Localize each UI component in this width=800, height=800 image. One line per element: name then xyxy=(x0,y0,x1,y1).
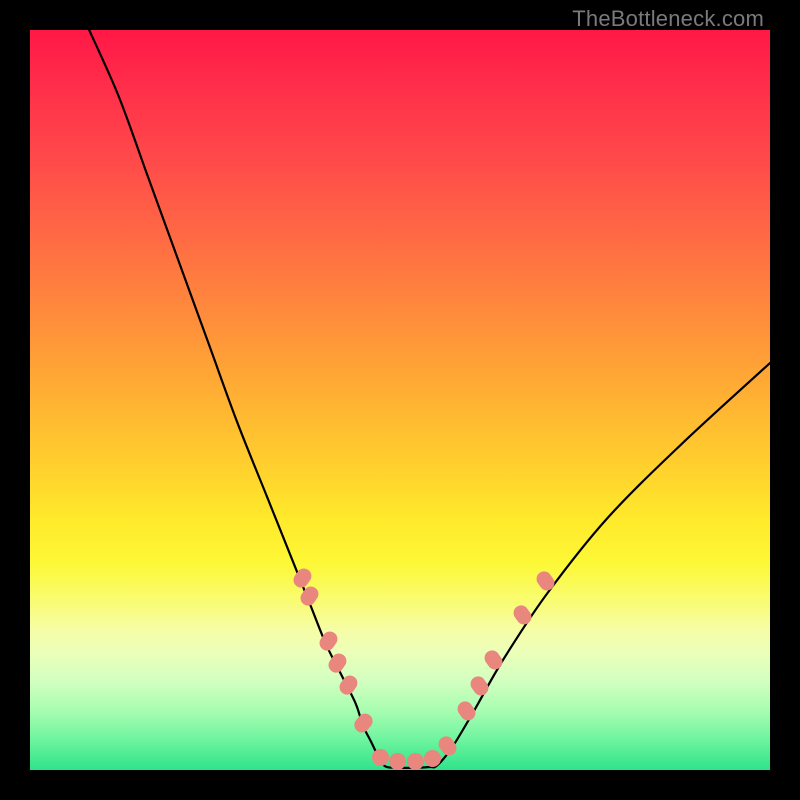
curve-marker xyxy=(407,753,424,770)
curve-marker xyxy=(372,749,389,766)
watermark-text: TheBottleneck.com xyxy=(572,6,764,32)
plot-area xyxy=(30,30,770,770)
bottleneck-curve xyxy=(89,30,770,768)
curve-layer xyxy=(30,30,770,770)
curve-marker xyxy=(389,753,406,770)
curve-marker xyxy=(424,750,441,767)
